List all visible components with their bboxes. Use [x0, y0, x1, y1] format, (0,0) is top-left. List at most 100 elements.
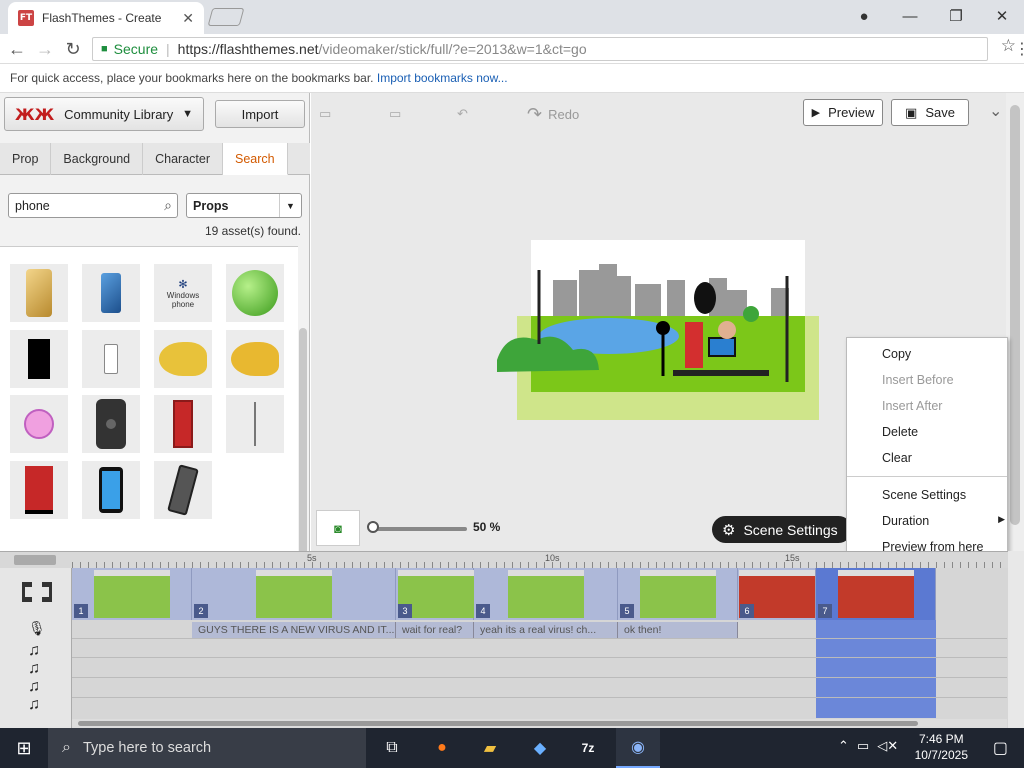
timeline-zoom-icon[interactable]: [14, 555, 56, 565]
asset-red-phone-booth-2[interactable]: [10, 461, 68, 519]
asset-red-phone-booth[interactable]: [154, 395, 212, 453]
menu-item-insert-before[interactable]: Insert Before: [882, 370, 954, 390]
asset-blue-phone[interactable]: [82, 461, 140, 519]
scene-3[interactable]: 3: [396, 568, 474, 620]
taskbar-search[interactable]: ⌕ Type here to search: [48, 728, 366, 768]
import-button[interactable]: Import: [215, 100, 305, 128]
timeline-hscrollbar[interactable]: [72, 719, 1007, 728]
chevron-down-icon[interactable]: ⌄: [989, 101, 1002, 121]
asset-windows-orb[interactable]: [226, 264, 284, 322]
menu-item-clear[interactable]: Clear: [882, 448, 912, 468]
7zip-icon[interactable]: 7z: [566, 728, 610, 768]
scene-1[interactable]: 1: [72, 568, 192, 620]
category-select[interactable]: Props ▼: [186, 193, 302, 218]
community-library-label: Community Library: [64, 106, 174, 122]
asset-flower-character[interactable]: [10, 395, 68, 453]
timeline-vscrollbar[interactable]: [1008, 551, 1024, 728]
chevron-up-icon[interactable]: ⌃: [838, 738, 849, 754]
search-icon[interactable]: ⌕: [164, 197, 172, 214]
firefox-icon[interactable]: ●: [420, 728, 464, 768]
system-tray: ⌃ ▭ ◁✕: [838, 738, 898, 754]
asset-grey-phone[interactable]: [154, 461, 212, 519]
asset-yellow-duck-phone-2[interactable]: [226, 330, 284, 388]
menu-item-scene-settings[interactable]: Scene Settings: [882, 485, 966, 505]
submenu-arrow-icon: ▶: [998, 514, 1005, 524]
scene-number: 7: [818, 604, 832, 618]
maximize-button[interactable]: ❐: [938, 4, 974, 28]
camera-thumbnail[interactable]: ◙: [316, 510, 360, 546]
scene-7[interactable]: 7: [816, 568, 936, 620]
redo-button[interactable]: ↷ Redo: [527, 103, 579, 125]
timeline-track-icons: 🎙 ♫ ♫ ♫ ♫: [0, 568, 72, 728]
asset-black-phone[interactable]: [10, 330, 68, 388]
scene-canvas[interactable]: [487, 240, 821, 422]
menu-item-insert-after[interactable]: Insert After: [882, 396, 942, 416]
speech-clip[interactable]: yeah its a real virus! ch...: [474, 622, 618, 638]
tab-title: FlashThemes - Create: [42, 11, 162, 25]
volume-muted-icon[interactable]: ◁✕: [877, 738, 898, 754]
tab-search[interactable]: Search: [223, 143, 288, 175]
import-bookmarks-link[interactable]: Import bookmarks now...: [377, 71, 508, 85]
asset-yellow-duck-phone[interactable]: [154, 330, 212, 388]
notification-icon[interactable]: ▢: [993, 738, 1008, 758]
asset-black-phone-case[interactable]: [82, 395, 140, 453]
task-view-icon[interactable]: ⧉: [370, 728, 414, 768]
tab-prop[interactable]: Prop: [0, 143, 52, 175]
scene-5[interactable]: 5: [618, 568, 738, 620]
zoom-slider[interactable]: [369, 527, 467, 531]
ruler-label-10s: 10s: [545, 553, 560, 563]
search-input[interactable]: phone ⌕: [8, 193, 178, 218]
menu-item-duration[interactable]: Duration: [882, 511, 929, 531]
forward-icon[interactable]: →: [32, 38, 58, 60]
save-button[interactable]: ▣ Save: [891, 99, 969, 126]
scene-settings-button[interactable]: ⚙ Scene Settings: [712, 516, 852, 543]
cut-icon[interactable]: ▭: [319, 103, 331, 125]
back-icon[interactable]: ←: [4, 38, 30, 60]
asset-windows-phone-logo[interactable]: ✻ Windows phone: [154, 264, 212, 322]
app-icon[interactable]: ◆: [518, 728, 562, 768]
music-note-icon: ♫: [28, 696, 40, 713]
asset-blue-smartphone[interactable]: [82, 264, 140, 322]
scene-6[interactable]: 6: [738, 568, 816, 620]
asset-antenna[interactable]: [226, 395, 284, 453]
zoom-slider-handle[interactable]: [367, 521, 379, 533]
reload-icon[interactable]: ↻: [60, 38, 86, 60]
flashthemes-logo-icon: ЖЖ: [15, 104, 55, 124]
timeline-hscrollbar-thumb[interactable]: [78, 721, 918, 726]
speech-clip[interactable]: GUYS THERE IS A NEW VIRUS AND IT...: [192, 622, 396, 638]
preview-button[interactable]: ▶ Preview: [803, 99, 883, 126]
stage-scrollbar-thumb[interactable]: [1010, 105, 1020, 525]
close-tab-icon[interactable]: ✕: [182, 10, 194, 27]
menu-item-delete[interactable]: Delete: [882, 422, 918, 442]
profile-icon[interactable]: ●: [846, 4, 882, 28]
chrome-icon[interactable]: ◉: [616, 728, 660, 768]
clock[interactable]: 7:46 PM 10/7/2025: [915, 731, 968, 763]
asset-white-phone[interactable]: [82, 330, 140, 388]
network-icon[interactable]: ▭: [857, 738, 869, 754]
track-divider: [72, 677, 1007, 678]
close-window-button[interactable]: ✕: [984, 4, 1020, 28]
file-explorer-icon[interactable]: ▰: [468, 728, 512, 768]
timeline-ruler[interactable]: 5s 10s 15s: [0, 551, 1024, 568]
community-library-dropdown[interactable]: ЖЖ Community Library ▼: [4, 97, 204, 131]
browser-tab[interactable]: FT FlashThemes - Create ✕: [8, 2, 204, 34]
scene-4[interactable]: 4: [474, 568, 618, 620]
asset-gold-smartphone[interactable]: [10, 264, 68, 322]
menu-dots-icon[interactable]: ⋮: [1014, 39, 1024, 59]
undo-icon[interactable]: ↶: [457, 103, 468, 125]
minimize-button[interactable]: —: [892, 4, 928, 28]
tab-character[interactable]: Character: [143, 143, 224, 175]
speech-clip[interactable]: ok then!: [618, 622, 738, 638]
address-bar[interactable]: ■ Secure | https://flashthemes.net/video…: [92, 37, 988, 61]
new-tab-button[interactable]: [207, 8, 245, 26]
speech-clip[interactable]: wait for real?: [396, 622, 474, 638]
stage-scrollbar[interactable]: [1006, 93, 1024, 551]
windows-start-icon[interactable]: ⊞: [0, 728, 48, 768]
tab-background[interactable]: Background: [51, 143, 144, 175]
taskbar-search-placeholder: Type here to search: [82, 740, 212, 756]
scene-2[interactable]: 2: [192, 568, 396, 620]
copy-icon[interactable]: ▭: [389, 103, 401, 125]
menu-item-copy[interactable]: Copy: [882, 344, 911, 364]
menu-divider: [847, 476, 1007, 477]
music-note-icon: ♫: [28, 678, 40, 695]
